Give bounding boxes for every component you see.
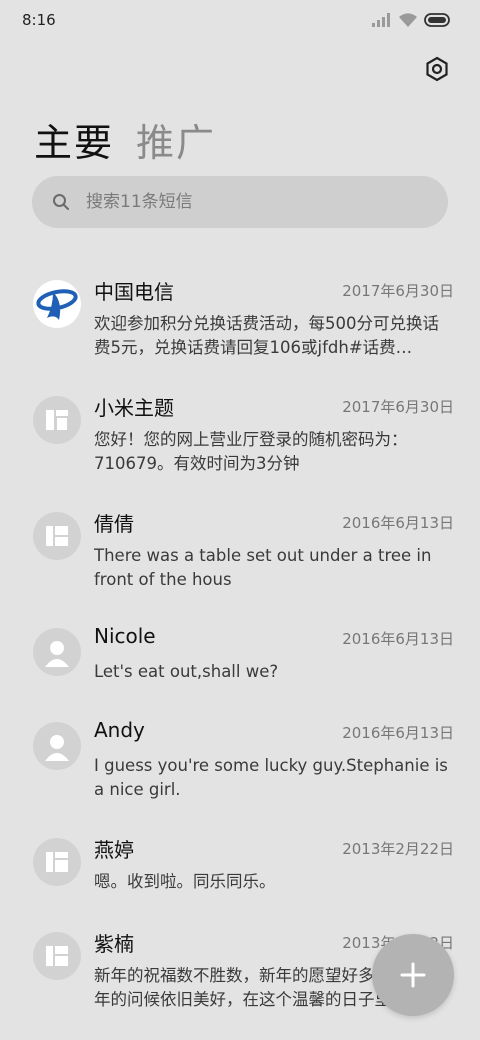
gear-icon <box>426 56 448 82</box>
message-preview: 欢迎参加积分兑换话费活动，每500分可兑换话费5元，兑换话费请回复106或jfd… <box>94 314 439 357</box>
compose-button[interactable] <box>372 934 454 1016</box>
search-icon <box>50 191 72 213</box>
conversation-row[interactable]: 中国电信 2017年6月30日 欢迎参加积分兑换话费活动，每500分可兑换话费5… <box>0 276 480 366</box>
contact-icon <box>33 838 81 886</box>
signal-icon <box>372 13 390 27</box>
search-input[interactable] <box>84 191 418 213</box>
message-date: 2016年6月13日 <box>342 724 454 742</box>
tab-promotions[interactable]: 推广 <box>136 112 216 167</box>
tab-bar: 主要 推广 <box>34 112 216 167</box>
message-date: 2016年6月13日 <box>342 630 454 648</box>
search-bar[interactable] <box>32 176 448 228</box>
contact-icon <box>33 932 81 980</box>
conversation-row[interactable]: 燕婷 2013年2月22日 嗯。收到啦。同乐同乐。 <box>0 834 480 904</box>
contact-name: 倩倩 <box>94 512 134 536</box>
contact-icon <box>33 512 81 560</box>
message-date: 2016年6月13日 <box>342 514 454 532</box>
conversation-row[interactable]: Nicole 2016年6月13日 Let's eat out,shall we… <box>0 624 480 694</box>
conversation-row[interactable]: Andy 2016年6月13日 I guess you're some luck… <box>0 718 480 808</box>
status-icons <box>372 12 452 28</box>
message-preview: There was a table set out under a tree i… <box>94 546 432 589</box>
message-preview: 嗯。收到啦。同乐同乐。 <box>94 872 276 891</box>
contact-name: 燕婷 <box>94 838 134 862</box>
contact-name: Andy <box>94 718 145 742</box>
message-date: 2017年6月30日 <box>342 282 454 300</box>
status-bar: 8:16 <box>0 0 480 40</box>
contact-name: 小米主题 <box>94 396 174 420</box>
tab-primary[interactable]: 主要 <box>34 112 114 167</box>
battery-icon <box>424 13 450 27</box>
wifi-icon <box>399 13 417 27</box>
person-icon <box>33 722 81 770</box>
contact-name: 中国电信 <box>94 280 174 304</box>
conversation-row[interactable]: 小米主题 2017年6月30日 您好！您的网上营业厅登录的随机密码为：71067… <box>0 392 480 482</box>
message-preview: 您好！您的网上营业厅登录的随机密码为：710679。有效时间为3分钟 <box>94 430 408 473</box>
status-time: 8:16 <box>22 11 56 29</box>
contact-name: Nicole <box>94 624 156 648</box>
settings-button[interactable] <box>420 52 454 86</box>
china-telecom-logo <box>33 280 81 328</box>
conversation-row[interactable]: 倩倩 2016年6月13日 There was a table set out … <box>0 508 480 598</box>
contact-icon <box>33 396 81 444</box>
message-date: 2017年6月30日 <box>342 398 454 416</box>
message-preview: Let's eat out,shall we? <box>94 662 279 681</box>
plus-icon <box>400 962 426 988</box>
message-date: 2013年2月22日 <box>342 840 454 858</box>
contact-name: 紫楠 <box>94 932 134 956</box>
person-icon <box>33 628 81 676</box>
message-preview: I guess you're some lucky guy.Stephanie … <box>94 756 448 799</box>
